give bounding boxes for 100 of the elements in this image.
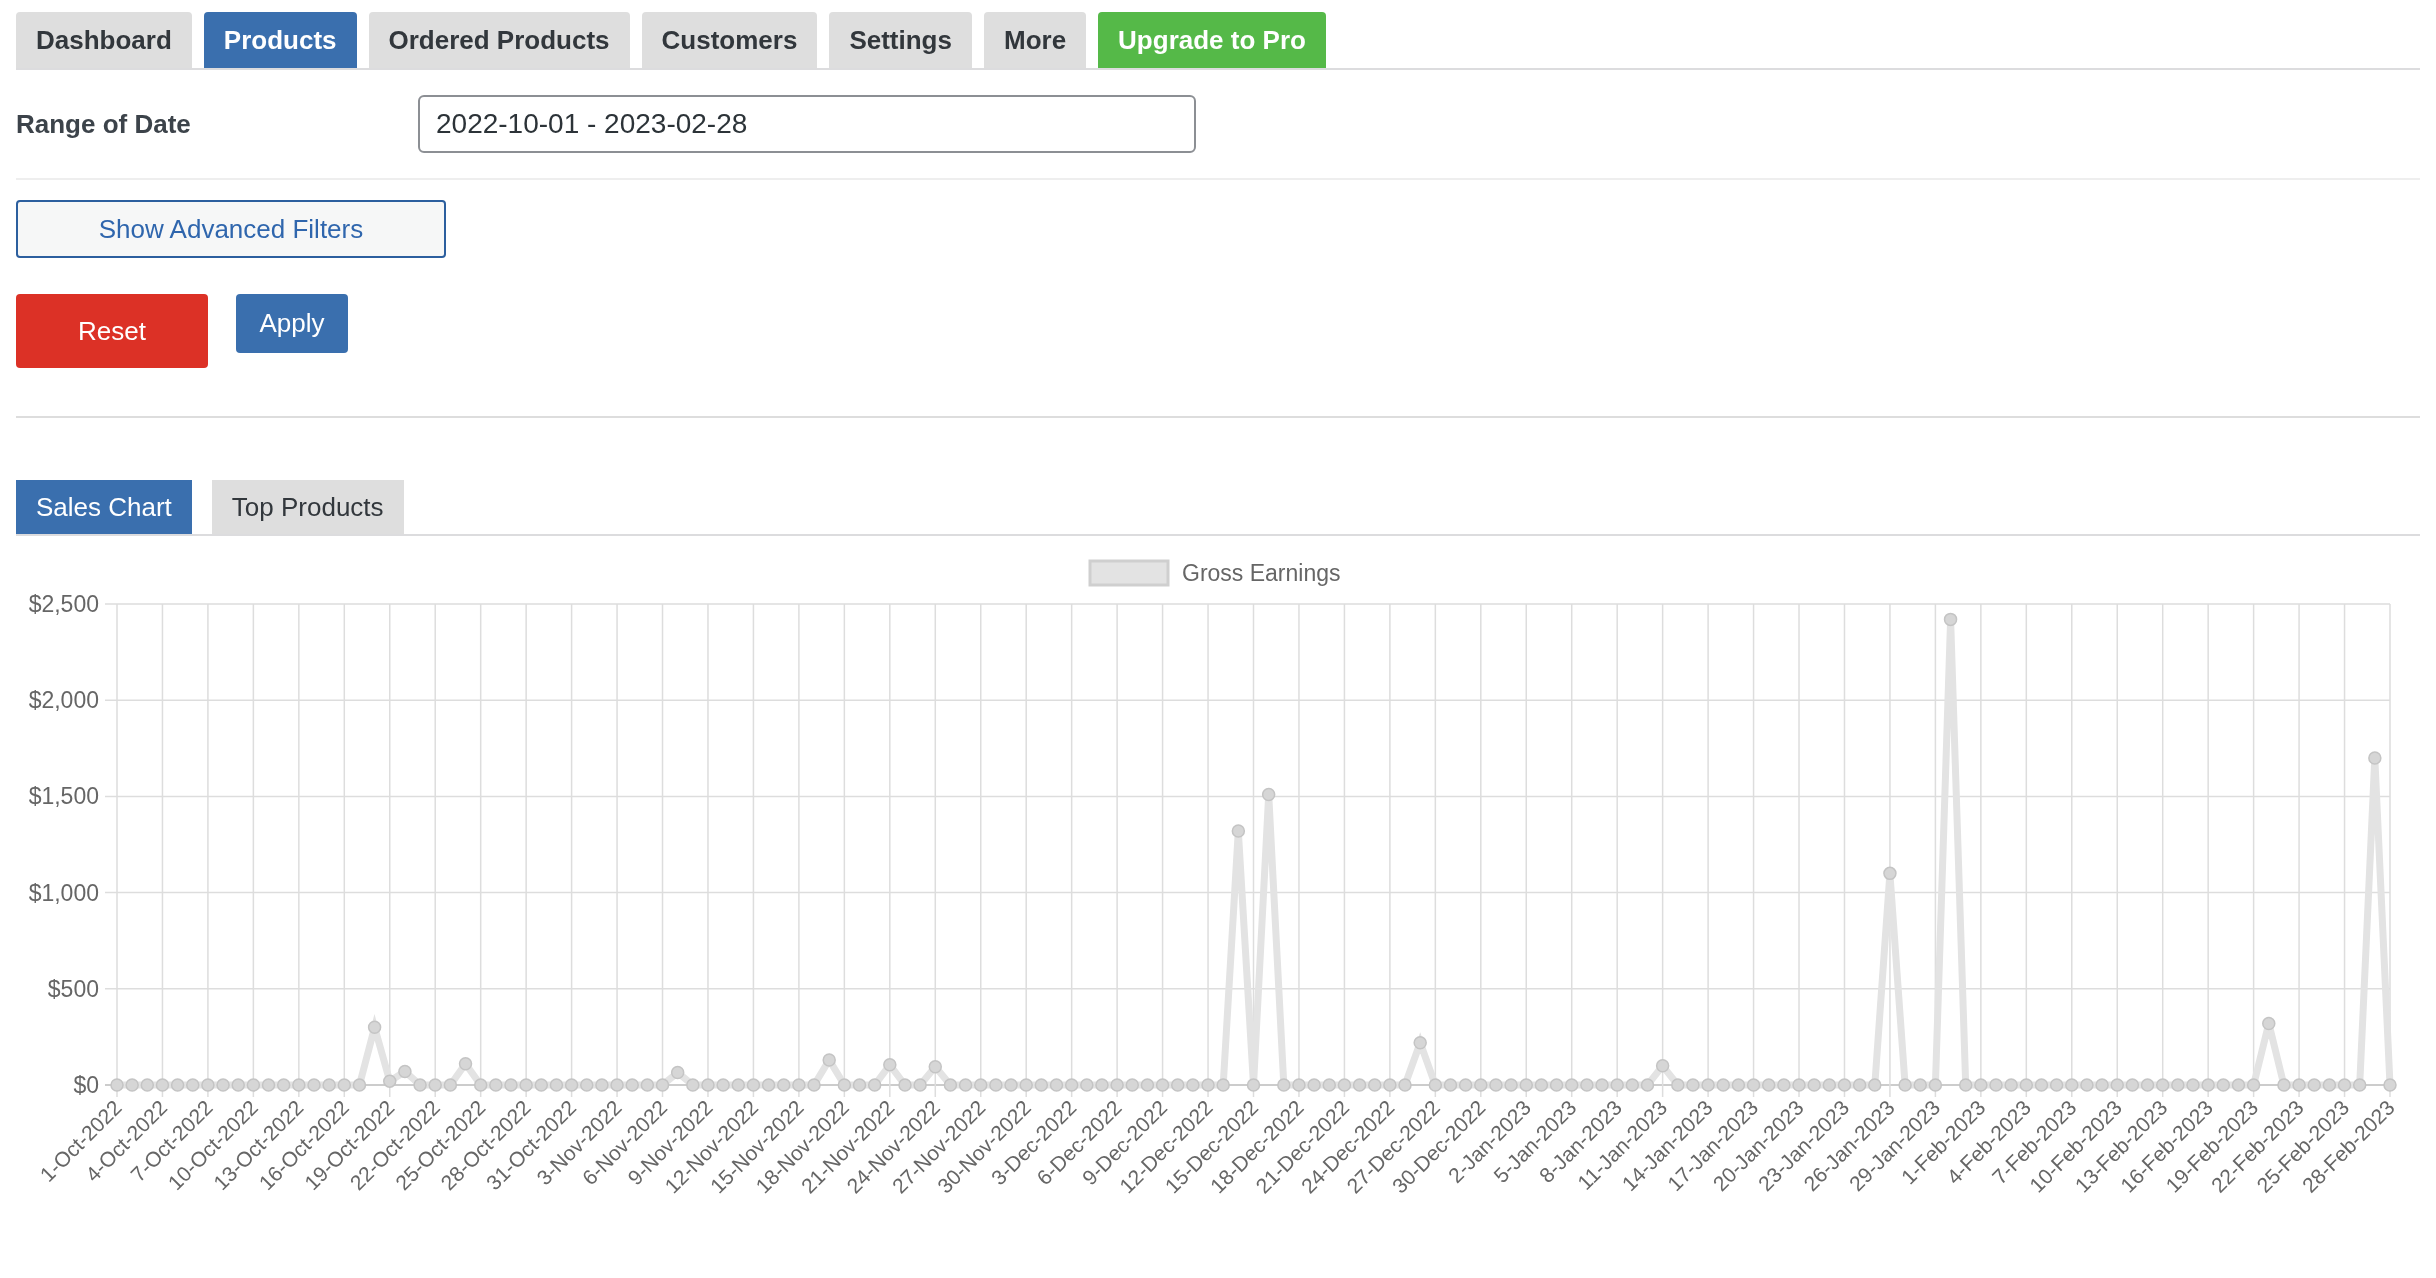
data-point[interactable]: [1671, 1078, 1685, 1092]
data-point[interactable]: [125, 1078, 139, 1092]
data-point[interactable]: [1095, 1078, 1109, 1092]
data-point[interactable]: [1337, 1078, 1352, 1092]
data-point[interactable]: [2216, 1078, 2231, 1092]
data-point[interactable]: [2080, 1078, 2094, 1092]
data-point[interactable]: [261, 1078, 276, 1092]
data-point[interactable]: [2171, 1078, 2185, 1092]
data-point[interactable]: [913, 1078, 927, 1092]
data-point[interactable]: [1322, 1078, 1336, 1092]
data-point[interactable]: [1110, 1078, 1124, 1092]
data-point[interactable]: [519, 1078, 533, 1092]
data-point[interactable]: [1383, 1078, 1397, 1092]
data-point[interactable]: [686, 1078, 700, 1092]
data-point[interactable]: [2049, 1078, 2064, 1092]
data-point[interactable]: [1625, 1078, 1640, 1092]
data-point[interactable]: [2155, 1078, 2170, 1092]
data-point[interactable]: [1943, 612, 1958, 627]
data-point[interactable]: [2246, 1078, 2261, 1092]
advanced-filters-button[interactable]: Show Advanced Filters: [16, 200, 446, 258]
data-point[interactable]: [1564, 1078, 1579, 1092]
data-point[interactable]: [443, 1078, 458, 1092]
data-point[interactable]: [1080, 1078, 1094, 1092]
data-point[interactable]: [1731, 1078, 1746, 1092]
data-point[interactable]: [2004, 1078, 2018, 1092]
data-point[interactable]: [564, 1078, 579, 1092]
data-point[interactable]: [1398, 1078, 1412, 1092]
data-point[interactable]: [231, 1078, 245, 1092]
data-point[interactable]: [2368, 751, 2382, 765]
data-point[interactable]: [1852, 1078, 1867, 1092]
nav-tab[interactable]: More: [983, 12, 1087, 68]
data-point[interactable]: [1958, 1078, 1973, 1092]
data-point[interactable]: [2140, 1078, 2155, 1092]
data-point[interactable]: [792, 1078, 806, 1092]
data-point[interactable]: [1504, 1078, 1518, 1092]
data-point[interactable]: [2110, 1078, 2124, 1092]
data-point[interactable]: [337, 1078, 352, 1092]
data-point[interactable]: [867, 1078, 882, 1092]
data-point[interactable]: [2019, 1078, 2034, 1092]
data-point[interactable]: [2201, 1078, 2215, 1092]
data-point[interactable]: [2352, 1078, 2367, 1092]
data-point[interactable]: [1898, 1078, 1912, 1092]
data-point[interactable]: [1019, 1078, 1033, 1092]
data-point[interactable]: [807, 1078, 821, 1092]
nav-tab[interactable]: Products: [203, 12, 357, 68]
data-point[interactable]: [1489, 1078, 1503, 1092]
data-point[interactable]: [670, 1065, 685, 1080]
data-point[interactable]: [322, 1078, 336, 1092]
data-point[interactable]: [1125, 1078, 1139, 1092]
data-point[interactable]: [2383, 1078, 2397, 1092]
chart-tab[interactable]: Top Products: [211, 480, 404, 534]
data-point[interactable]: [1777, 1078, 1791, 1092]
data-point[interactable]: [1640, 1078, 1655, 1092]
data-point[interactable]: [852, 1078, 867, 1092]
data-point[interactable]: [1822, 1078, 1837, 1092]
data-point[interactable]: [1352, 1078, 1367, 1092]
data-point[interactable]: [701, 1078, 715, 1092]
data-point[interactable]: [1595, 1078, 1609, 1092]
data-point[interactable]: [352, 1078, 367, 1092]
data-point[interactable]: [1246, 1078, 1261, 1092]
data-point[interactable]: [1716, 1078, 1730, 1092]
data-point[interactable]: [1807, 1078, 1821, 1092]
data-point[interactable]: [580, 1078, 594, 1092]
data-point[interactable]: [610, 1078, 624, 1092]
data-point[interactable]: [2231, 1078, 2246, 1092]
data-point[interactable]: [2322, 1078, 2337, 1092]
data-point[interactable]: [1261, 787, 1276, 802]
data-point[interactable]: [2186, 1078, 2200, 1092]
data-point[interactable]: [1534, 1078, 1549, 1092]
data-point[interactable]: [170, 1078, 185, 1092]
data-point[interactable]: [1701, 1078, 1715, 1092]
data-point[interactable]: [777, 1078, 791, 1092]
data-point[interactable]: [1064, 1078, 1079, 1092]
data-point[interactable]: [1140, 1078, 1155, 1092]
data-point[interactable]: [1201, 1078, 1215, 1092]
chart-legend[interactable]: [1088, 559, 1170, 587]
data-point[interactable]: [1761, 1078, 1776, 1092]
data-point[interactable]: [1655, 1059, 1670, 1073]
data-point[interactable]: [1368, 1078, 1382, 1092]
date-range-field[interactable]: 2022-10-01 - 2023-02-28: [418, 95, 1196, 153]
data-point[interactable]: [307, 1078, 321, 1092]
data-point[interactable]: [458, 1057, 473, 1071]
data-point[interactable]: [1443, 1078, 1458, 1092]
data-point[interactable]: [534, 1078, 549, 1092]
data-point[interactable]: [898, 1078, 912, 1092]
apply-button[interactable]: Apply: [236, 294, 348, 353]
data-point[interactable]: [504, 1078, 518, 1092]
data-point[interactable]: [549, 1078, 564, 1092]
data-point[interactable]: [1428, 1078, 1443, 1092]
data-point[interactable]: [216, 1078, 230, 1092]
data-point[interactable]: [398, 1064, 412, 1079]
data-point[interactable]: [473, 1078, 488, 1092]
data-point[interactable]: [625, 1078, 639, 1092]
data-point[interactable]: [155, 1078, 170, 1092]
data-point[interactable]: [1746, 1078, 1761, 1092]
data-point[interactable]: [989, 1078, 1003, 1092]
data-point[interactable]: [1519, 1078, 1533, 1092]
data-point[interactable]: [883, 1058, 897, 1072]
nav-tab[interactable]: Settings: [829, 12, 972, 68]
data-point[interactable]: [640, 1078, 655, 1092]
